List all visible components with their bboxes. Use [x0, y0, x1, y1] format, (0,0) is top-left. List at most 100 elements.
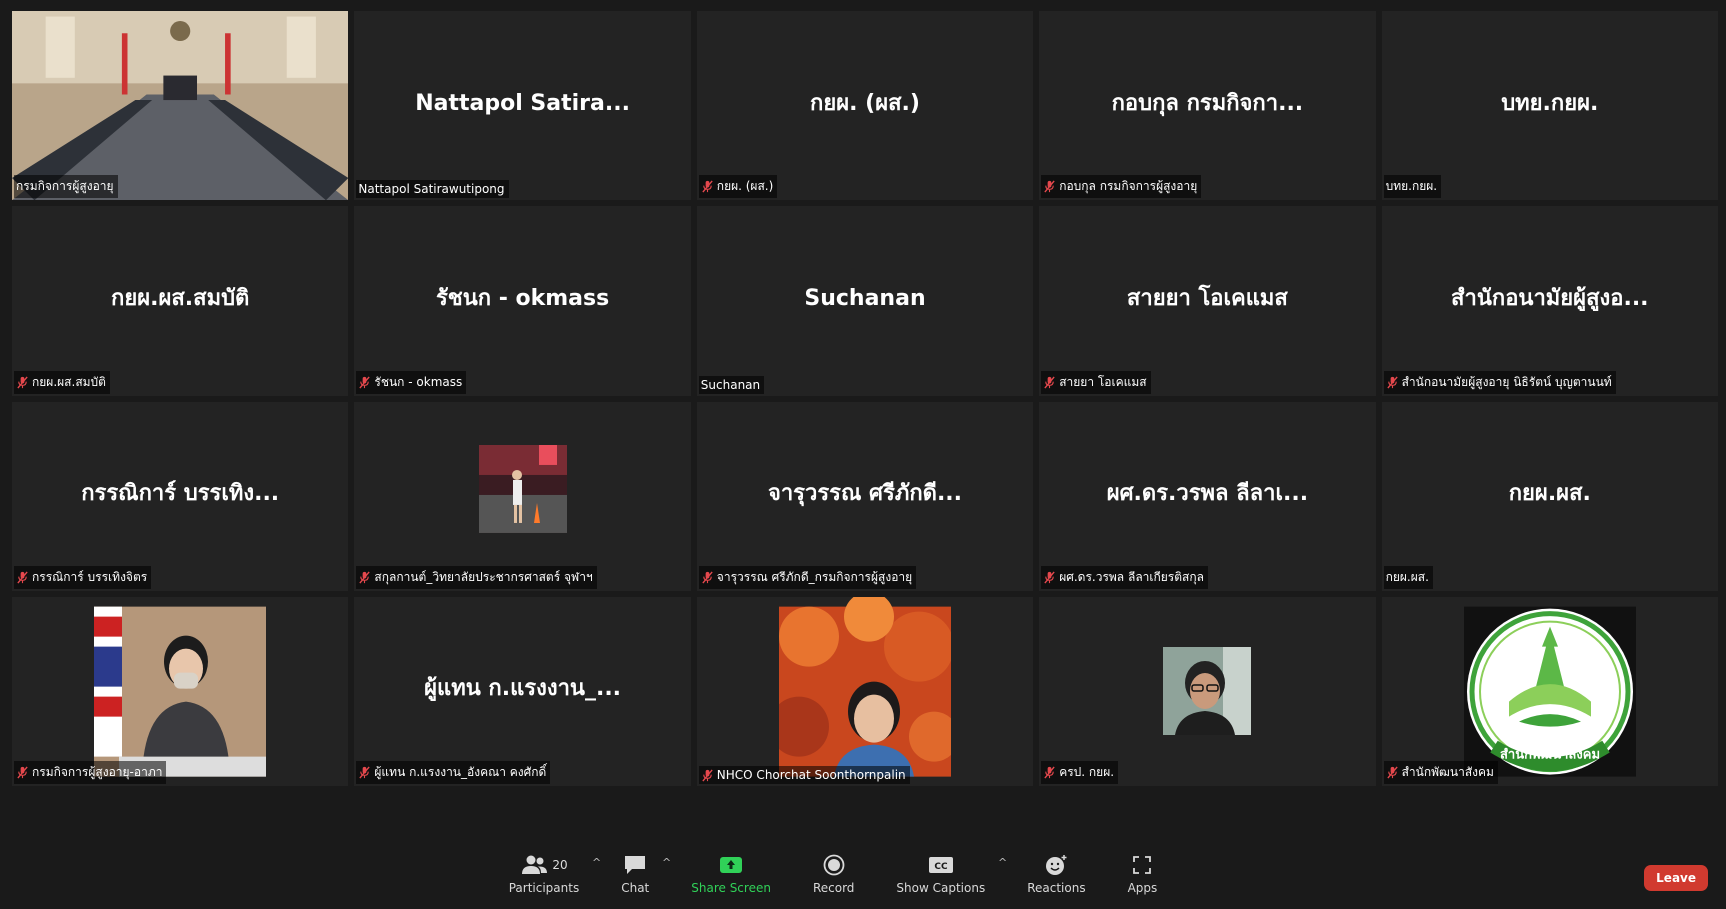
participant-tile[interactable]: บทย.กยผ. บทย.กยผ.	[1381, 11, 1718, 201]
participant-tile[interactable]: จารุวรรณ ศรีภักดี... จารุวรรณ ศรีภักดี_กร…	[696, 401, 1034, 591]
participant-name: สำนักอนามัยผู้สูงอายุ นิธิรัตน์ บุญตานนท…	[1401, 374, 1612, 389]
record-label: Record	[812, 880, 855, 895]
participants-count: 20	[552, 857, 568, 872]
apps-button[interactable]: Apps	[1127, 852, 1158, 895]
participant-tile[interactable]: กยผ.ผส.สมบัติ กยผ.ผส.สมบัติ	[12, 206, 349, 396]
participant-name: ผู้แทน ก.แรงงาน_อังคณา คงศักดิ์	[374, 765, 547, 779]
participant-name: NHCO Chorchat Soonthornpalin	[716, 768, 906, 782]
mic-muted-icon	[17, 766, 28, 779]
participant-display-name: กยผ. (ผส.)	[810, 90, 920, 116]
chat-caret-icon[interactable]: ^	[662, 856, 671, 869]
mic-muted-icon	[1044, 766, 1055, 779]
participant-name: กยผ. (ผส.)	[716, 179, 774, 194]
participant-name: กรมกิจการผู้สูงอายุ	[16, 179, 114, 194]
record-button[interactable]: Record	[813, 852, 854, 895]
participant-name: กรรณิการ์ บรรเทิงจิตร	[32, 569, 148, 584]
participant-name-label: กยผ.ผส.สมบัติ	[14, 370, 110, 394]
participant-name: Nattapol Satirawutipong	[358, 182, 505, 197]
participant-tile[interactable]: กยผ.ผส. กยผ.ผส.	[1381, 401, 1718, 591]
participant-tile[interactable]: ครป. กยผ.	[1039, 596, 1376, 786]
participant-name: รัชนก - okmass	[374, 374, 463, 389]
show-captions-label: Show Captions	[896, 880, 986, 895]
participant-tile[interactable]: NHCO Chorchat Soonthornpalin	[696, 596, 1034, 786]
participant-display-name: กยผ.ผส.สมบัติ	[111, 285, 250, 311]
leave-button[interactable]: Leave	[1644, 865, 1708, 891]
participant-display-name: สำนักอนามัยผู้สูงอ...	[1451, 285, 1649, 311]
participant-name-label: สายยา โอเคแมส	[1041, 370, 1151, 394]
participant-name: กยผ.ผส.	[1385, 569, 1429, 584]
participant-name-label: ผู้แทน ก.แรงงาน_อังคณา คงศักดิ์	[356, 761, 551, 784]
participant-display-name: บทย.กยผ.	[1501, 90, 1599, 116]
participant-name-label: จารุวรรณ ศรีภักดี_กรมกิจการผู้สูงอายุ	[698, 565, 917, 589]
participant-name: บทย.กยผ.	[1385, 179, 1438, 194]
participant-name: กยผ.ผส.สมบัติ	[32, 374, 106, 389]
mic-muted-icon	[359, 375, 371, 389]
participant-tile[interactable]: สกุลกานต์_วิทยาลัยประชากรศาสตร์ จุฬาฯ	[354, 401, 691, 591]
meeting-toolbar: 20 Participants ^ Chat ^ Share Screen Re…	[0, 837, 1726, 909]
participant-photo-autumn	[778, 596, 951, 777]
show-captions-button[interactable]: CC Show Captions ^	[896, 852, 1007, 895]
participant-name-label: Suchanan	[698, 375, 765, 394]
participant-tile[interactable]: ผู้แทน ก.แรงงาน_... ผู้แทน ก.แรงงาน_อังคณ…	[354, 596, 691, 786]
participant-name: กรมกิจการผู้สูงอายุ-อาภา	[32, 765, 163, 779]
reactions-button[interactable]: Reactions	[1027, 852, 1086, 895]
participant-tile[interactable]: รัชนก - okmass รัชนก - okmass	[354, 206, 691, 396]
participant-name-label: NHCO Chorchat Soonthornpalin	[698, 766, 910, 784]
participant-name: Suchanan	[700, 377, 761, 392]
participant-tile[interactable]: กรมกิจการผู้สูงอายุ-อาภา	[12, 596, 349, 786]
participant-tile[interactable]: กยผ. (ผส.) กยผ. (ผส.)	[696, 11, 1034, 201]
participant-video-woman	[94, 606, 267, 777]
captions-caret-icon[interactable]: ^	[998, 856, 1007, 869]
participant-display-name: Nattapol Satira...	[415, 90, 630, 116]
participant-name-label: กรมกิจการผู้สูงอายุ-อาภา	[14, 761, 167, 784]
participant-tile[interactable]: กอบกุล กรมกิจกา... กอบกุล กรมกิจการผู้สูง…	[1039, 11, 1376, 201]
participant-name: ผศ.ดร.วรพล ลีลาเกียรติสกุล	[1059, 569, 1204, 584]
share-screen-icon	[720, 856, 743, 873]
share-screen-button[interactable]: Share Screen	[691, 852, 771, 895]
participant-name-label: กยผ. (ผส.)	[698, 175, 778, 199]
participant-name-label: กอบกุล กรมกิจการผู้สูงอายุ	[1041, 175, 1202, 199]
mic-muted-icon	[17, 375, 28, 389]
participant-name-label: กยผ.ผส.	[1383, 565, 1433, 589]
record-icon	[823, 854, 845, 875]
apps-icon	[1133, 855, 1152, 874]
participants-icon	[522, 855, 548, 874]
mic-muted-icon	[17, 571, 28, 584]
participant-tile[interactable]: สำนักพัฒนาสังคม สำนักพัฒนาสังคม	[1381, 596, 1718, 786]
participant-display-name: รัชนก - okmass	[435, 285, 610, 311]
participant-name-label: กรรณิการ์ บรรเทิงจิตร	[14, 565, 152, 589]
street-photo	[478, 445, 567, 534]
mic-muted-icon	[702, 180, 713, 193]
mic-muted-icon	[359, 571, 371, 584]
logo-text: สำนักพัฒนาสังคม	[1500, 746, 1600, 762]
chat-icon	[625, 855, 646, 874]
participant-tile[interactable]: กรมกิจการผู้สูงอายุ	[12, 11, 349, 201]
participant-tile[interactable]: Suchanan Suchanan	[696, 206, 1034, 396]
participant-display-name: จารุวรรณ ศรีภักดี...	[767, 481, 963, 507]
apps-label: Apps	[1127, 880, 1158, 895]
mic-muted-icon	[702, 768, 713, 782]
gallery-grid: กรมกิจการผู้สูงอายุ Nattapol Satira... Nat…	[12, 11, 1718, 786]
participant-name-label: ครป. กยผ.	[1041, 761, 1119, 784]
chat-button[interactable]: Chat ^	[621, 852, 671, 895]
social-development-logo: สำนักพัฒนาสังคม	[1463, 606, 1636, 777]
reactions-label: Reactions	[1027, 880, 1086, 895]
participant-tile[interactable]: สายยา โอเคแมส สายยา โอเคแมส	[1039, 206, 1376, 396]
participant-display-name: กอบกุล กรมกิจกา...	[1111, 90, 1304, 116]
participant-tile[interactable]: ผศ.ดร.วรพล ลีลาเ... ผศ.ดร.วรพล ลีลาเกียรต…	[1039, 401, 1376, 591]
participant-name-label: สำนักอนามัยผู้สูงอายุ นิธิรัตน์ บุญตานนท…	[1383, 370, 1616, 394]
participant-name: สกุลกานต์_วิทยาลัยประชากรศาสตร์ จุฬาฯ	[374, 569, 593, 584]
participant-tile[interactable]: กรรณิการ์ บรรเทิง... กรรณิการ์ บรรเทิงจิต…	[12, 401, 349, 591]
cc-text: CC	[934, 862, 948, 872]
participant-name-label: รัชนก - okmass	[356, 370, 467, 394]
participant-name-label: สกุลกานต์_วิทยาลัยประชากรศาสตร์ จุฬาฯ	[356, 565, 597, 589]
participants-button[interactable]: 20 Participants ^	[509, 852, 601, 895]
mic-muted-icon	[1044, 375, 1055, 389]
mic-muted-icon	[702, 571, 713, 584]
participant-tile[interactable]: Nattapol Satira... Nattapol Satirawutipon…	[354, 11, 691, 201]
participants-caret-icon[interactable]: ^	[592, 856, 601, 869]
participant-tile[interactable]: สำนักอนามัยผู้สูงอ... สำนักอนามัยผู้สูงอา…	[1381, 206, 1718, 396]
mic-muted-icon	[359, 766, 371, 779]
participant-name: สำนักพัฒนาสังคม	[1401, 765, 1494, 779]
participant-display-name: กรรณิการ์ บรรเทิง...	[81, 481, 280, 507]
